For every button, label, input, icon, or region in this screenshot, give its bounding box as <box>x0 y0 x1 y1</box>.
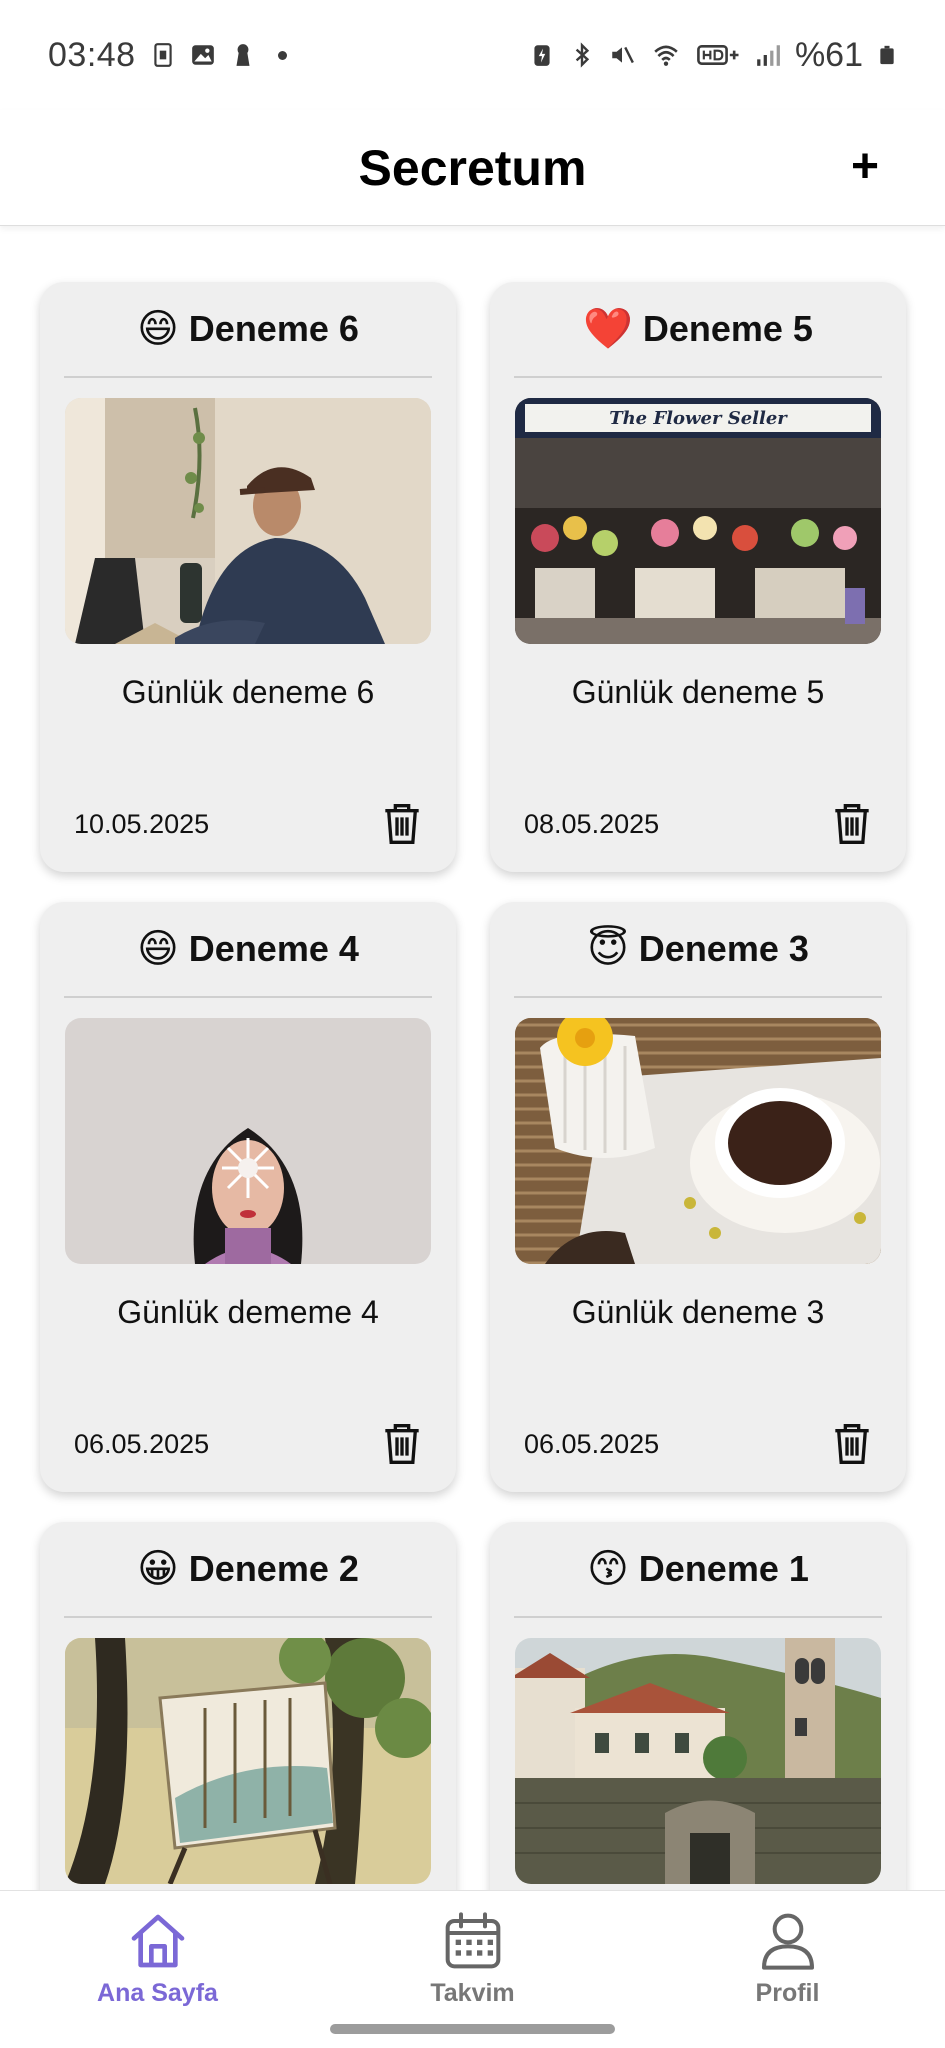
entry-date: 10.05.2025 <box>74 808 210 839</box>
status-left: 03:48 <box>48 36 287 75</box>
entry-description: Günlük deneme 5 <box>571 674 825 710</box>
entry-header: 😄 Deneme 4 <box>64 902 432 998</box>
nav-label-profile: Profil <box>755 1979 820 2007</box>
entry-footer: 06.05.2025 <box>74 1422 422 1466</box>
nav-label-calendar: Takvim <box>430 1979 515 2007</box>
flower-shop-photo: The Flower Seller <box>515 398 881 644</box>
woman-snowflake-photo <box>65 1018 431 1264</box>
entry-description: Günlük deneme 6 <box>121 674 375 710</box>
coffee-cup-photo <box>515 1018 881 1264</box>
entry-header: 😀 Deneme 2 <box>64 1522 432 1618</box>
wifi-icon <box>654 45 678 66</box>
entry-footer: 10.05.2025 <box>74 802 422 846</box>
battery-icon <box>880 45 894 65</box>
entry-description: Günlük dememe 4 <box>117 1294 379 1330</box>
entry-title: Deneme 3 <box>638 928 809 969</box>
entry-title: Deneme 6 <box>188 308 359 349</box>
entry-footer: 08.05.2025 <box>524 802 872 846</box>
profile-icon <box>761 1913 814 1970</box>
painting-easel-photo <box>65 1638 431 1884</box>
mood-emoji: 😄 <box>137 927 179 971</box>
entry-description: Günlük deneme 3 <box>571 1294 825 1330</box>
entry-header: ❤️ Deneme 5 <box>514 282 882 378</box>
entry-card[interactable]: 😄 Deneme 4 Günlük dememe 4 06.05.2025 <box>40 902 456 1492</box>
bluetooth-icon <box>575 42 590 68</box>
mood-emoji: ❤️ <box>583 307 633 351</box>
entries-grid: 😄 Deneme 6 Günlük deneme 6 10.05.2025 ❤️… <box>40 282 906 2048</box>
app-header: Secretum + <box>0 110 945 226</box>
entry-card[interactable]: 😇 Deneme 3 Günlük deneme 3 06.05.2025 <box>490 902 906 1492</box>
notification-dot-icon <box>277 50 287 60</box>
nav-item-profile[interactable]: Profil <box>688 1891 888 2048</box>
gallery-icon <box>191 45 214 65</box>
entry-footer: 06.05.2025 <box>524 1422 872 1466</box>
status-bar: 03:48 %61 <box>0 0 945 110</box>
entry-title: Deneme 4 <box>188 928 359 969</box>
sim-card-icon <box>153 43 172 67</box>
mood-emoji: 😀 <box>137 1547 179 1591</box>
old-town-tower-photo <box>515 1638 881 1884</box>
entry-header: 😙 Deneme 1 <box>514 1522 882 1618</box>
entry-date: 06.05.2025 <box>524 1428 660 1459</box>
entry-title: Deneme 5 <box>642 308 813 349</box>
entry-date: 08.05.2025 <box>524 808 660 839</box>
entry-header: 😇 Deneme 3 <box>514 902 882 998</box>
battery-percent: %61 <box>794 35 863 74</box>
home-icon <box>131 1914 184 1968</box>
entry-header: 😄 Deneme 6 <box>64 282 432 378</box>
nav-label-home: Ana Sayfa <box>97 1979 218 2007</box>
home-indicator[interactable] <box>330 2024 615 2034</box>
entry-title: Deneme 2 <box>188 1548 359 1589</box>
trash-icon[interactable] <box>382 802 422 846</box>
entry-card[interactable]: ❤️ Deneme 5 The Flower Seller Günlük den… <box>490 282 906 872</box>
shop-sign-text: The Flower Seller <box>609 408 788 429</box>
trash-icon[interactable] <box>832 1422 872 1466</box>
screen: 03:48 %61 Secretum + 😄 Deneme 6 Günlük d… <box>0 0 945 2048</box>
status-right: %61 <box>529 36 897 75</box>
keyhole-icon <box>236 44 250 66</box>
nav-item-home[interactable]: Ana Sayfa <box>58 1891 258 2048</box>
trash-icon[interactable] <box>382 1422 422 1466</box>
entry-card[interactable]: 😄 Deneme 6 Günlük deneme 6 10.05.2025 <box>40 282 456 872</box>
entry-title: Deneme 1 <box>638 1548 809 1589</box>
man-at-laptop-photo <box>65 398 431 644</box>
status-time: 03:48 <box>48 35 136 74</box>
mute-icon <box>612 46 634 64</box>
hd-plus-icon <box>697 45 739 65</box>
battery-saver-icon <box>534 45 550 66</box>
calendar-icon <box>445 1912 500 1969</box>
mood-emoji: 😄 <box>137 307 179 351</box>
trash-icon[interactable] <box>832 802 872 846</box>
entry-date: 06.05.2025 <box>74 1428 210 1459</box>
mood-emoji: 😙 <box>587 1547 629 1591</box>
mood-emoji: 😇 <box>587 927 629 971</box>
page-title: Secretum <box>358 139 587 196</box>
add-entry-button[interactable]: + <box>833 134 897 198</box>
signal-icon <box>757 45 780 66</box>
